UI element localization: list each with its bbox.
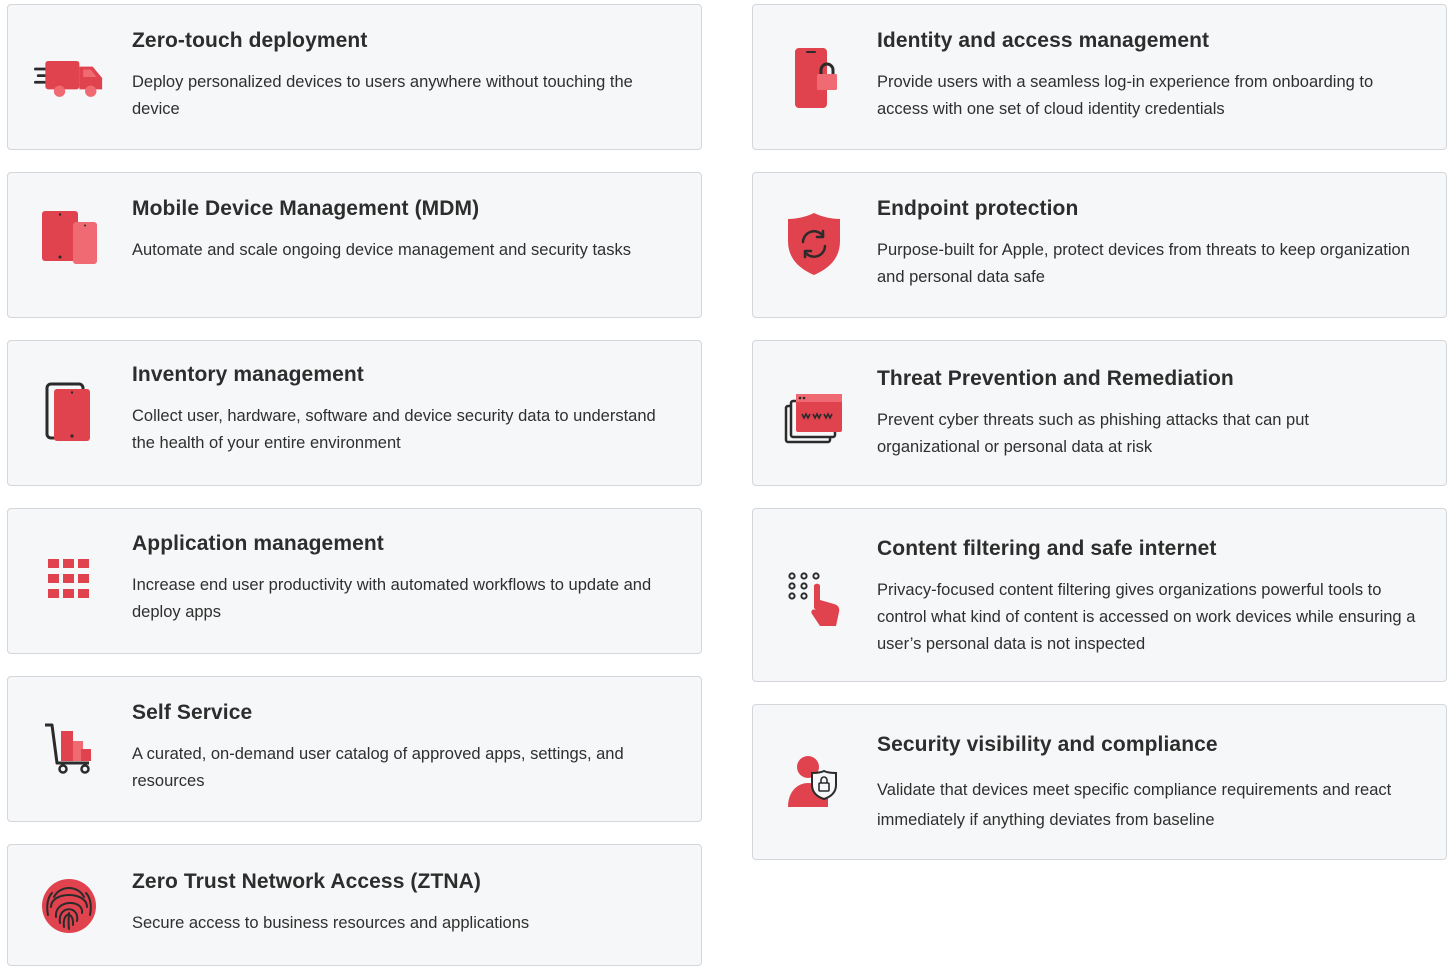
feature-description: Increase end user productivity with auto… xyxy=(132,576,652,621)
feature-description: Provide users with a seamless log-in exp… xyxy=(877,73,1374,118)
feature-description: Privacy-focused content filtering gives … xyxy=(877,581,1416,653)
feature-card-inventory-management[interactable]: Inventory management Collect user, hardw… xyxy=(7,340,702,486)
feature-title: Zero-touch deployment xyxy=(132,29,368,52)
feature-description: Collect user, hardware, software and dev… xyxy=(132,407,656,452)
devices-icon xyxy=(34,203,104,273)
feature-card-ztna[interactable]: Zero Trust Network Access (ZTNA) Secure … xyxy=(7,844,702,966)
phone-lock-icon xyxy=(779,43,849,113)
touch-pointer-icon xyxy=(779,563,849,633)
feature-description: Validate that devices meet specific comp… xyxy=(877,781,1392,829)
feature-card-self-service[interactable]: Self Service A curated, on-demand user c… xyxy=(7,676,702,822)
feature-description: Secure access to business resources and … xyxy=(132,914,530,932)
delivery-truck-icon xyxy=(34,43,104,113)
feature-description: Automate and scale ongoing device manage… xyxy=(132,241,631,259)
feature-description: Purpose-built for Apple, protect devices… xyxy=(877,241,1410,286)
feature-card-security-visibility[interactable]: Security visibility and compliance Valid… xyxy=(752,704,1447,860)
feature-title: Self Service xyxy=(132,701,253,724)
feature-card-endpoint-protection[interactable]: Endpoint protection Purpose-built for Ap… xyxy=(752,172,1447,318)
app-grid-icon xyxy=(34,545,104,615)
feature-title: Zero Trust Network Access (ZTNA) xyxy=(132,870,481,893)
shopping-cart-icon xyxy=(34,713,104,783)
browser-windows-icon xyxy=(779,383,849,453)
feature-title: Inventory management xyxy=(132,363,364,386)
feature-card-identity-access[interactable]: Identity and access management Provide u… xyxy=(752,4,1447,150)
feature-title: Threat Prevention and Remediation xyxy=(877,367,1234,390)
feature-title: Security visibility and compliance xyxy=(877,733,1218,756)
feature-title: Application management xyxy=(132,532,384,555)
user-shield-icon xyxy=(779,745,849,815)
feature-card-mdm[interactable]: Mobile Device Management (MDM) Automate … xyxy=(7,172,702,318)
feature-title: Identity and access management xyxy=(877,29,1210,52)
feature-card-zero-touch-deployment[interactable]: Zero-touch deployment Deploy personalize… xyxy=(7,4,702,150)
feature-card-content-filtering[interactable]: Content filtering and safe internet Priv… xyxy=(752,508,1447,682)
feature-title: Content filtering and safe internet xyxy=(877,537,1217,560)
tablet-stack-icon xyxy=(34,377,104,447)
feature-description: Deploy personalized devices to users any… xyxy=(132,73,633,118)
feature-description: A curated, on-demand user catalog of app… xyxy=(132,745,624,790)
feature-title: Endpoint protection xyxy=(877,197,1079,220)
feature-title: Mobile Device Management (MDM) xyxy=(132,197,480,220)
feature-card-application-management[interactable]: Application management Increase end user… xyxy=(7,508,702,654)
feature-description: Prevent cyber threats such as phishing a… xyxy=(877,411,1309,456)
feature-card-threat-prevention[interactable]: Threat Prevention and Remediation Preven… xyxy=(752,340,1447,486)
shield-sync-icon xyxy=(779,209,849,279)
fingerprint-icon xyxy=(34,871,104,941)
